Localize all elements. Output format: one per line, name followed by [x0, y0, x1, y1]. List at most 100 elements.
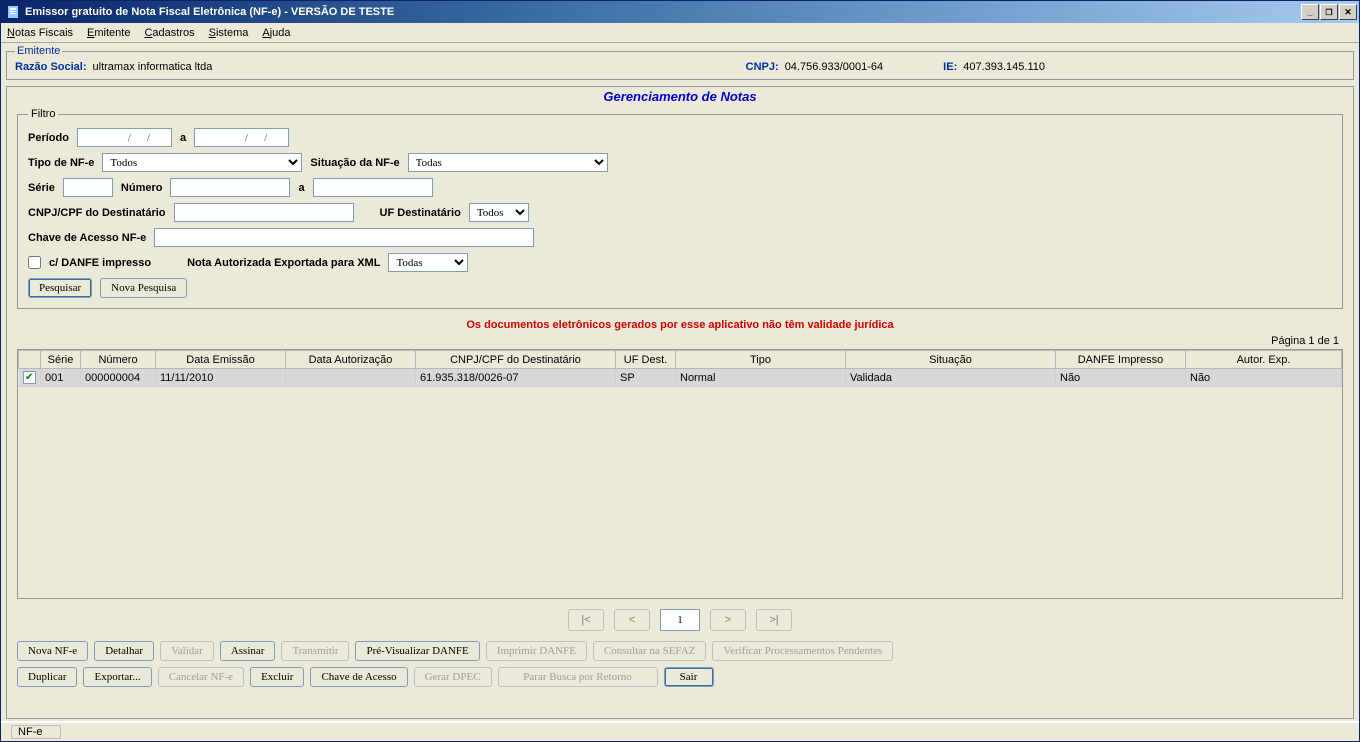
client-area: Emitente Razão Social: ultramax informat…	[1, 43, 1359, 721]
cnpj-value: 04.756.933/0001-64	[785, 61, 883, 73]
menu-ajuda[interactable]: Ajuda	[262, 27, 290, 39]
detalhar-button[interactable]: Detalhar	[94, 641, 154, 661]
table-cell: SP	[616, 369, 676, 387]
serie-label: Série	[28, 182, 55, 194]
periodo-label: Período	[28, 132, 69, 144]
page-info: Página 1 de 1	[17, 335, 1339, 347]
table-header[interactable]: CNPJ/CPF do Destinatário	[416, 351, 616, 369]
warning-text: Os documentos eletrônicos gerados por es…	[17, 319, 1343, 331]
menu-emitente[interactable]: Emitente	[87, 27, 130, 39]
imprimir-danfe-button[interactable]: Imprimir DANFE	[486, 641, 587, 661]
last-page-button[interactable]: >|	[756, 609, 792, 631]
consultar-sefaz-button[interactable]: Consultar na SEFAZ	[593, 641, 706, 661]
emitente-panel: Emitente Razão Social: ultramax informat…	[6, 45, 1354, 80]
next-page-button[interactable]: >	[710, 609, 746, 631]
situacao-nfe-select[interactable]: Todas	[408, 153, 608, 172]
table-cell	[286, 369, 416, 387]
exportar-button[interactable]: Exportar...	[83, 667, 151, 687]
results-table: SérieNúmeroData EmissãoData AutorizaçãoC…	[18, 350, 1342, 387]
periodo-from-input[interactable]	[77, 128, 172, 147]
minimize-button[interactable]: _	[1301, 4, 1319, 20]
duplicar-button[interactable]: Duplicar	[17, 667, 77, 687]
razao-social-label: Razão Social:	[15, 61, 87, 73]
actions-row-2: Duplicar Exportar... Cancelar NF-e Exclu…	[17, 667, 1343, 687]
filtro-legend: Filtro	[28, 108, 58, 120]
table-row[interactable]: 00100000000411/11/201061.935.318/0026-07…	[19, 369, 1342, 387]
sair-button[interactable]: Sair	[664, 667, 714, 687]
table-cell: Validada	[846, 369, 1056, 387]
table-header[interactable]: Data Emissão	[156, 351, 286, 369]
serie-input[interactable]	[63, 178, 113, 197]
chave-acesso-input[interactable]	[154, 228, 534, 247]
numero-to-input[interactable]	[313, 178, 433, 197]
cnpjcpf-dest-label: CNPJ/CPF do Destinatário	[28, 207, 166, 219]
filtro-panel: Filtro Período a Tipo de NF-e Todos Situ…	[17, 108, 1343, 309]
menu-cadastros[interactable]: Cadastros	[144, 27, 194, 39]
gerar-dpec-button[interactable]: Gerar DPEC	[414, 667, 492, 687]
prev-page-button[interactable]: <	[614, 609, 650, 631]
tipo-nfe-select[interactable]: Todos	[102, 153, 302, 172]
razao-social-value: ultramax informatica ltda	[93, 61, 213, 73]
tipo-nfe-label: Tipo de NF-e	[28, 157, 94, 169]
table-cell: Não	[1186, 369, 1342, 387]
table-header[interactable]: DANFE Impresso	[1056, 351, 1186, 369]
table-header[interactable]: UF Dest.	[616, 351, 676, 369]
first-page-button[interactable]: |<	[568, 609, 604, 631]
menu-sistema[interactable]: Sistema	[209, 27, 249, 39]
app-icon	[5, 4, 21, 20]
maximize-button[interactable]: ❐	[1320, 4, 1338, 20]
pager-nav: |< < > >|	[17, 609, 1343, 631]
chave-acesso-button[interactable]: Chave de Acesso	[310, 667, 407, 687]
nota-exportada-label: Nota Autorizada Exportada para XML	[187, 257, 380, 269]
emitente-legend: Emitente	[15, 45, 62, 57]
excluir-button[interactable]: Excluir	[250, 667, 304, 687]
results-table-container: SérieNúmeroData EmissãoData AutorizaçãoC…	[17, 349, 1343, 599]
situacao-nfe-label: Situação da NF-e	[310, 157, 399, 169]
table-cell: 001	[41, 369, 81, 387]
danfe-impresso-label: c/ DANFE impresso	[49, 257, 151, 269]
numero-from-input[interactable]	[170, 178, 290, 197]
table-header[interactable]: Número	[81, 351, 156, 369]
table-cell: 61.935.318/0026-07	[416, 369, 616, 387]
periodo-a-label: a	[180, 132, 186, 144]
validar-button[interactable]: Validar	[160, 641, 214, 661]
table-cell: 11/11/2010	[156, 369, 286, 387]
numero-a-label: a	[298, 182, 304, 194]
verificar-pendentes-button[interactable]: Verificar Processamentos Pendentes	[712, 641, 893, 661]
nota-exportada-select[interactable]: Todas	[388, 253, 468, 272]
nova-nfe-button[interactable]: Nova NF-e	[17, 641, 88, 661]
numero-label: Número	[121, 182, 163, 194]
table-cell: Não	[1056, 369, 1186, 387]
nova-pesquisa-button[interactable]: Nova Pesquisa	[100, 278, 187, 298]
titlebar-title: Emissor gratuito de Nota Fiscal Eletrôni…	[25, 6, 1300, 18]
menu-notas-fiscais[interactable]: Notas Fiscais	[7, 27, 73, 39]
table-header[interactable]: Série	[41, 351, 81, 369]
cancelar-nfe-button[interactable]: Cancelar NF-e	[158, 667, 244, 687]
danfe-impresso-checkbox[interactable]	[28, 256, 41, 269]
table-header[interactable]: Situação	[846, 351, 1056, 369]
table-header[interactable]: Data Autorização	[286, 351, 416, 369]
parar-busca-button[interactable]: Parar Busca por Retorno	[498, 667, 658, 687]
cnpjcpf-dest-input[interactable]	[174, 203, 354, 222]
row-checkbox[interactable]	[23, 371, 36, 384]
previsualizar-danfe-button[interactable]: Pré-Visualizar DANFE	[355, 641, 479, 661]
table-header[interactable]	[19, 351, 41, 369]
assinar-button[interactable]: Assinar	[220, 641, 276, 661]
page-number-input[interactable]	[660, 609, 700, 631]
table-header[interactable]: Autor. Exp.	[1186, 351, 1342, 369]
close-button[interactable]: ✕	[1339, 4, 1357, 20]
chave-acesso-label: Chave de Acesso NF-e	[28, 232, 146, 244]
titlebar: Emissor gratuito de Nota Fiscal Eletrôni…	[1, 1, 1359, 23]
status-text: NF-e	[11, 725, 61, 739]
periodo-to-input[interactable]	[194, 128, 289, 147]
uf-dest-select[interactable]: Todos	[469, 203, 529, 222]
ie-label: IE:	[943, 61, 957, 73]
ie-value: 407.393.145.110	[963, 61, 1045, 73]
status-bar: NF-e	[1, 721, 1359, 741]
table-header[interactable]: Tipo	[676, 351, 846, 369]
pesquisar-button[interactable]: Pesquisar	[28, 278, 92, 298]
transmitir-button[interactable]: Transmitir	[281, 641, 349, 661]
menubar: Notas Fiscais Emitente Cadastros Sistema…	[1, 23, 1359, 43]
cnpj-label: CNPJ:	[746, 61, 779, 73]
uf-dest-label: UF Destinatário	[380, 207, 461, 219]
